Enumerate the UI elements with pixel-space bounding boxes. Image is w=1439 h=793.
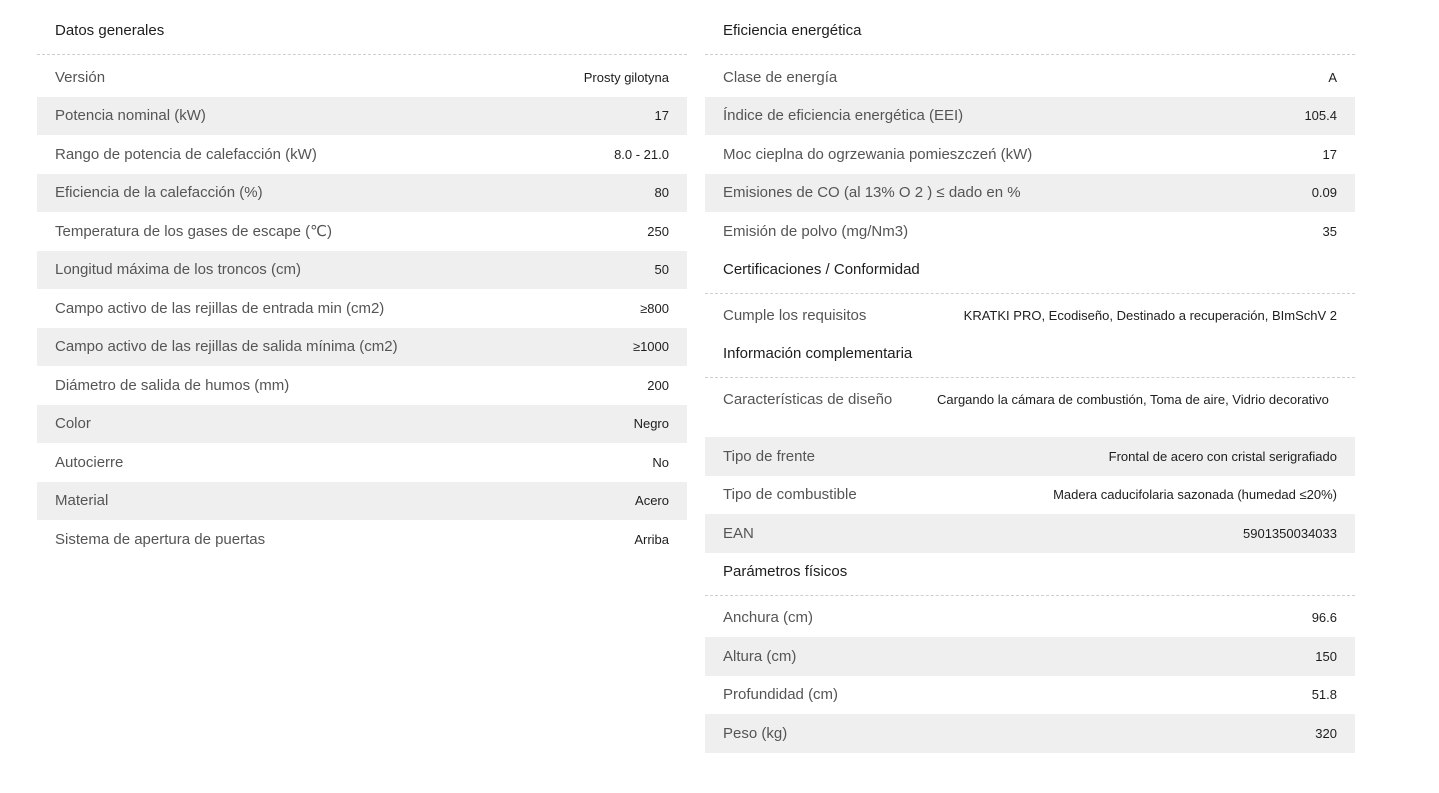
- spec-value: 8.0 - 21.0: [614, 146, 669, 162]
- spec-value: 51.8: [1311, 687, 1337, 703]
- spec-row-requirements: Cumple los requisitos KRATKI PRO, Ecodise…: [705, 297, 1355, 336]
- spec-row-flue-diameter: Diámetro de salida de humos (mm) 200: [37, 366, 687, 405]
- spec-value: 200: [647, 377, 669, 393]
- spec-row-log-length: Longitud máxima de los troncos (cm) 50: [37, 250, 687, 289]
- spec-row-self-closing: Autocierre No: [37, 443, 687, 482]
- spec-label: Índice de eficiencia energética (EEI): [723, 107, 964, 125]
- spec-row-color: Color Negro: [37, 404, 687, 443]
- spec-value: Negro: [633, 416, 669, 432]
- spec-label: Longitud máxima de los troncos (cm): [55, 261, 301, 279]
- section-title-complementary: Información complementaria: [705, 335, 1355, 378]
- spec-value: 320: [1315, 725, 1337, 741]
- spec-table-general: Versión Prosty gilotyna Potencia nominal …: [37, 58, 687, 559]
- spec-label: Material: [55, 492, 109, 510]
- spec-value: ≥1000: [632, 339, 669, 355]
- spec-row-room-heat-output: Moc cieplna do ogrzewania pomieszczeń (k…: [705, 135, 1355, 174]
- spec-value: 17: [1322, 146, 1337, 162]
- spec-value: 35: [1322, 223, 1337, 239]
- spec-row-design-features: Características de diseño Cargando la cám…: [705, 381, 1355, 437]
- spec-value: ≥800: [640, 300, 669, 316]
- spec-value: 150: [1315, 648, 1337, 664]
- spec-label: Altura (cm): [723, 647, 797, 665]
- spec-label: Cumple los requisitos: [723, 307, 867, 325]
- spec-table-certifications: Cumple los requisitos KRATKI PRO, Ecodise…: [705, 297, 1355, 336]
- spec-label: Tipo de frente: [723, 447, 815, 465]
- spec-value: 250: [647, 223, 669, 239]
- spec-label: EAN: [723, 524, 754, 542]
- specs-right-column: Eficiencia energética Clase de energía A …: [705, 12, 1355, 753]
- spec-label: Versión: [55, 68, 106, 86]
- spec-label: Clase de energía: [723, 68, 838, 86]
- spec-label: Rango de potencia de calefacción (kW): [55, 145, 317, 163]
- spec-label: Campo activo de las rejillas de entrada …: [55, 299, 385, 317]
- spec-row-co-emissions: Emisiones de CO (al 13% O 2 ) ≤ dado en …: [705, 173, 1355, 212]
- spec-value: 80: [654, 185, 669, 201]
- spec-label: Eficiencia de la calefacción (%): [55, 184, 263, 202]
- spec-row-dust-emission: Emisión de polvo (mg/Nm3) 35: [705, 212, 1355, 251]
- spec-label: Diámetro de salida de humos (mm): [55, 376, 290, 394]
- spec-label: Profundidad (cm): [723, 686, 839, 704]
- spec-label: Anchura (cm): [723, 609, 814, 627]
- spec-value: A: [1328, 69, 1337, 85]
- spec-row-outlet-grille: Campo activo de las rejillas de salida m…: [37, 327, 687, 366]
- spec-label: Autocierre: [55, 453, 124, 471]
- general-data-column: Datos generales Versión Prosty gilotyna P…: [37, 12, 687, 559]
- spec-row-material: Material Acero: [37, 481, 687, 520]
- spec-table-complementary: Características de diseño Cargando la cám…: [705, 381, 1355, 553]
- spec-value: 5901350034033: [1243, 525, 1337, 541]
- spec-label: Sistema de apertura de puertas: [55, 530, 266, 548]
- spec-label: Moc cieplna do ogrzewania pomieszczeń (k…: [723, 145, 1033, 163]
- spec-row-weight: Peso (kg) 320: [705, 714, 1355, 753]
- spec-row-ean: EAN 5901350034033: [705, 514, 1355, 553]
- spec-label: Peso (kg): [723, 724, 788, 742]
- spec-row-eei: Índice de eficiencia energética (EEI) 105…: [705, 96, 1355, 135]
- spec-row-door-opening: Sistema de apertura de puertas Arriba: [37, 520, 687, 559]
- spec-value: Frontal de acero con cristal serigrafiad…: [1108, 448, 1337, 464]
- spec-label: Temperatura de los gases de escape (℃): [55, 223, 332, 241]
- spec-row-energy-class: Clase de energía A: [705, 58, 1355, 97]
- spec-value: Prosty gilotyna: [583, 69, 669, 85]
- spec-row-inlet-grille: Campo activo de las rejillas de entrada …: [37, 289, 687, 328]
- spec-value: 17: [654, 108, 669, 124]
- spec-value: 105.4: [1304, 108, 1337, 124]
- spec-row-nominal-power: Potencia nominal (kW) 17: [37, 96, 687, 135]
- spec-label: Emisiones de CO (al 13% O 2 ) ≤ dado en …: [723, 184, 1021, 202]
- spec-row-front-type: Tipo de frente Frontal de acero con crist…: [705, 437, 1355, 476]
- section-title-general: Datos generales: [37, 12, 687, 55]
- spec-row-fuel-type: Tipo de combustible Madera caducifolaria …: [705, 476, 1355, 515]
- spec-label: Tipo de combustible: [723, 486, 857, 504]
- spec-label: Color: [55, 415, 91, 433]
- spec-value: 96.6: [1311, 610, 1337, 626]
- spec-value: 0.09: [1311, 185, 1337, 201]
- spec-value: Madera caducifolaria sazonada (humedad ≤…: [1053, 487, 1337, 503]
- spec-row-version: Versión Prosty gilotyna: [37, 58, 687, 97]
- spec-table-physical: Anchura (cm) 96.6 Altura (cm) 150 Profundi…: [705, 599, 1355, 753]
- section-title-energy: Eficiencia energética: [705, 12, 1355, 55]
- section-title-certifications: Certificaciones / Conformidad: [705, 251, 1355, 294]
- section-title-physical: Parámetros físicos: [705, 553, 1355, 596]
- spec-label: Campo activo de las rejillas de salida m…: [55, 338, 398, 356]
- spec-value: KRATKI PRO, Ecodiseño, Destinado a recup…: [963, 308, 1337, 324]
- spec-value: Acero: [635, 493, 669, 509]
- spec-label: Potencia nominal (kW): [55, 107, 206, 125]
- spec-value: 50: [654, 262, 669, 278]
- spec-row-heating-efficiency: Eficiencia de la calefacción (%) 80: [37, 173, 687, 212]
- spec-label: Características de diseño: [723, 391, 893, 408]
- spec-row-depth: Profundidad (cm) 51.8: [705, 676, 1355, 715]
- spec-value: Arriba: [634, 531, 669, 547]
- spec-row-height: Altura (cm) 150: [705, 637, 1355, 676]
- spec-value: No: [652, 454, 669, 470]
- spec-label: Emisión de polvo (mg/Nm3): [723, 222, 909, 240]
- spec-value: Cargando la cámara de combustión, Toma d…: [937, 392, 1329, 407]
- spec-table-energy: Clase de energía A Índice de eficiencia e…: [705, 58, 1355, 251]
- spec-row-power-range: Rango de potencia de calefacción (kW) 8.0…: [37, 135, 687, 174]
- spec-row-width: Anchura (cm) 96.6: [705, 599, 1355, 638]
- spec-row-exhaust-temperature: Temperatura de los gases de escape (℃) 25…: [37, 212, 687, 251]
